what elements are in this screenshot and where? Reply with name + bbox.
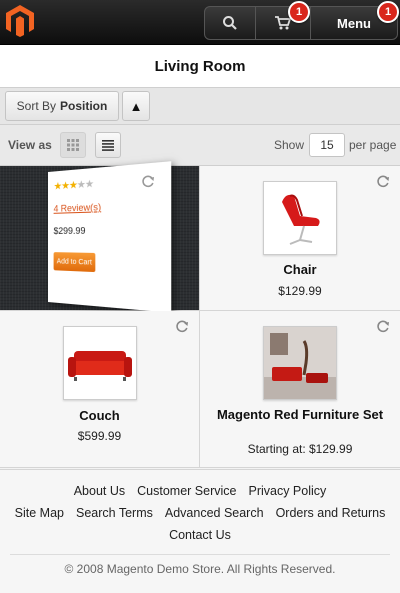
footer-divider xyxy=(10,554,390,555)
footer-link-about-us[interactable]: About Us xyxy=(74,484,125,498)
reviews-link[interactable]: 4 Review(s) xyxy=(54,202,102,214)
flip-icon[interactable] xyxy=(175,319,189,333)
per-page-label: per page xyxy=(349,138,397,152)
cart-count-badge: 1 xyxy=(288,1,310,23)
footer-link-orders-returns[interactable]: Orders and Returns xyxy=(276,506,386,520)
footer-link-advanced-search[interactable]: Advanced Search xyxy=(165,506,264,520)
footer-link-contact-us[interactable]: Contact Us xyxy=(169,528,231,542)
product-name[interactable]: Chair xyxy=(200,262,400,277)
product-name[interactable]: Magento Red Furniture Set xyxy=(200,408,400,422)
sort-direction-button[interactable]: ▲ xyxy=(122,91,150,121)
sort-by-label: Sort By xyxy=(16,99,56,113)
star-icon: ★ xyxy=(61,180,69,193)
product-price: $299.99 xyxy=(53,225,86,236)
product-name[interactable]: Couch xyxy=(0,408,199,423)
product-image-furniture-set[interactable] xyxy=(263,326,337,400)
list-view-button[interactable] xyxy=(95,132,121,158)
sort-by-value: Position xyxy=(60,99,108,113)
search-icon xyxy=(223,16,237,30)
footer: About Us Customer Service Privacy Policy… xyxy=(0,469,400,593)
footer-link-site-map[interactable]: Site Map xyxy=(15,506,64,520)
product-tile[interactable]: Couch $599.99 xyxy=(0,311,200,468)
star-icon: ★ xyxy=(76,179,85,192)
arrow-up-icon: ▲ xyxy=(129,98,143,114)
product-image-chair[interactable] xyxy=(263,181,337,255)
footer-link-search-terms[interactable]: Search Terms xyxy=(76,506,153,520)
copyright: © 2008 Magento Demo Store. All Rights Re… xyxy=(64,562,336,576)
product-grid: ★★★★★ 4 Review(s) $299.99 Add to Cart Ch… xyxy=(0,161,400,468)
rating-stars: ★★★★★ xyxy=(54,179,93,193)
grid-view-icon xyxy=(67,139,79,151)
flip-icon[interactable] xyxy=(376,319,390,333)
page-title: Living Room xyxy=(0,45,400,88)
magento-logo-icon[interactable] xyxy=(4,4,36,38)
star-icon: ★ xyxy=(84,178,94,191)
top-header: 1 Menu 1 xyxy=(0,0,400,45)
star-icon: ★ xyxy=(68,179,77,192)
footer-link-customer-service[interactable]: Customer Service xyxy=(137,484,236,498)
show-label: Show xyxy=(274,138,305,152)
search-button[interactable] xyxy=(205,7,256,39)
product-tile-flipped[interactable]: ★★★★★ 4 Review(s) $299.99 Add to Cart xyxy=(0,161,200,313)
per-page-input[interactable]: 15 xyxy=(309,133,345,157)
product-tile[interactable]: Chair $129.99 xyxy=(200,166,400,311)
sort-by-button[interactable]: Sort By Position xyxy=(5,91,119,121)
product-price: $599.99 xyxy=(77,429,122,443)
product-price: Starting at: $129.99 xyxy=(247,442,353,456)
flip-icon[interactable] xyxy=(376,174,390,188)
footer-links-row: Contact Us xyxy=(0,528,400,542)
list-view-icon xyxy=(102,139,114,151)
footer-links-row: About Us Customer Service Privacy Policy xyxy=(0,484,400,498)
footer-links-row: Site Map Search Terms Advanced Search Or… xyxy=(0,506,400,520)
star-icon: ★ xyxy=(53,181,62,193)
cart-button[interactable]: 1 xyxy=(256,1,311,39)
product-price: $129.99 xyxy=(278,284,322,298)
view-bar: View as Show 15 per page xyxy=(0,125,400,166)
product-tile[interactable]: Magento Red Furniture Set Starting at: $… xyxy=(200,311,400,468)
menu-count-badge: 1 xyxy=(377,1,399,23)
sort-bar: Sort By Position ▲ xyxy=(0,88,400,125)
footer-link-privacy-policy[interactable]: Privacy Policy xyxy=(248,484,326,498)
header-actions: 1 Menu 1 xyxy=(204,1,399,40)
grid-view-button[interactable] xyxy=(60,132,86,158)
product-image-couch[interactable] xyxy=(63,326,137,400)
flip-icon[interactable] xyxy=(141,174,155,188)
view-as-label: View as xyxy=(8,138,52,152)
menu-button[interactable]: Menu 1 xyxy=(311,1,399,39)
menu-label: Menu xyxy=(337,15,371,31)
add-to-cart-button[interactable]: Add to Cart xyxy=(53,252,96,273)
